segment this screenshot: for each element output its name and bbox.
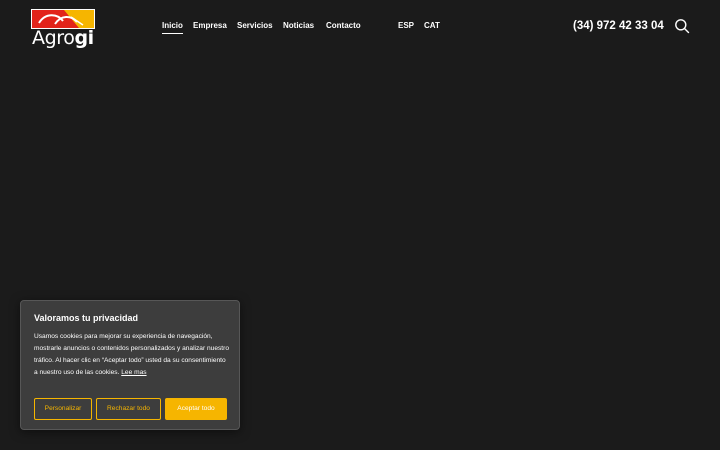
accept-all-button[interactable]: Aceptar todo xyxy=(165,398,227,420)
cookie-banner-text: Usamos cookies para mejorar su experienc… xyxy=(34,331,230,379)
reject-all-button[interactable]: Rechazar todo xyxy=(96,398,161,420)
lang-esp[interactable]: ESP xyxy=(398,20,414,32)
nav-item-empresa[interactable]: Empresa xyxy=(193,20,227,32)
logo-wordmark-regular: Agro xyxy=(32,27,75,49)
agrogi-logo[interactable]: Agrogi xyxy=(31,9,95,49)
logo-wordmark: Agrogi xyxy=(32,27,94,49)
search-icon xyxy=(675,19,690,34)
site-header: Agrogi Inicio Empresa Servicios Noticias… xyxy=(0,0,720,56)
nav-item-inicio[interactable]: Inicio xyxy=(162,20,183,34)
logo-wordmark-bold: gi xyxy=(74,27,94,49)
customize-button[interactable]: Personalizar xyxy=(34,398,92,420)
phone-number[interactable]: (34) 972 42 33 04 xyxy=(573,18,664,34)
cookie-banner-title: Valoramos tu privacidad xyxy=(34,313,139,323)
nav-item-servicios[interactable]: Servicios xyxy=(237,20,273,32)
search-button[interactable] xyxy=(674,18,690,34)
logo-mark-icon xyxy=(31,9,95,29)
nav-item-contacto[interactable]: Contacto xyxy=(326,20,361,32)
lang-cat[interactable]: CAT xyxy=(424,20,440,32)
cookie-consent-banner: Valoramos tu privacidad Usamos cookies p… xyxy=(20,300,240,430)
read-more-link[interactable]: Lee mas xyxy=(121,369,146,376)
nav-item-noticias[interactable]: Noticias xyxy=(283,20,314,32)
